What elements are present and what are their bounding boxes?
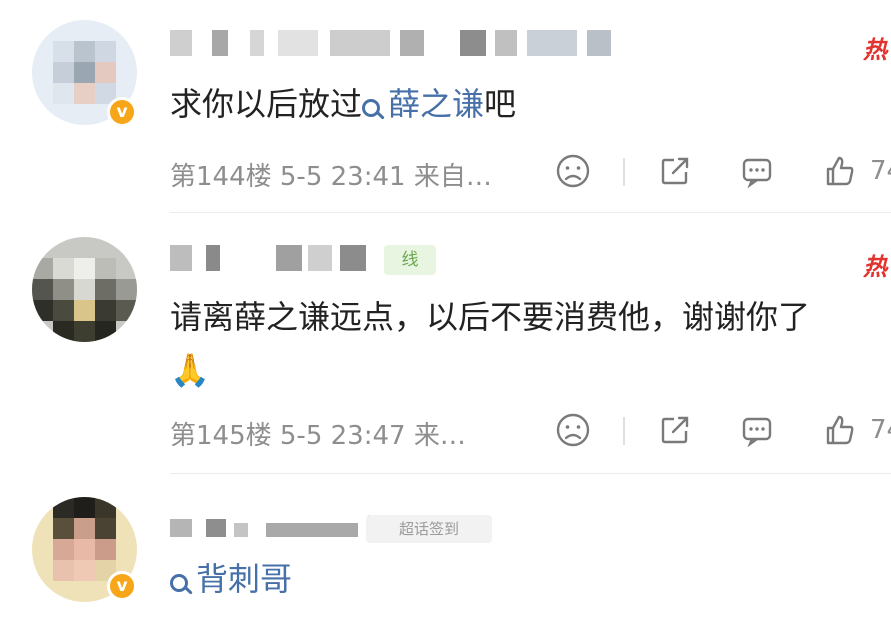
sign-tag: 超话签到 bbox=[366, 515, 492, 543]
comment-icon[interactable] bbox=[738, 411, 778, 451]
hot-label: 热 bbox=[863, 36, 887, 64]
like-count: 74 bbox=[870, 415, 891, 445]
search-icon bbox=[170, 574, 188, 592]
hot-label: 热 bbox=[863, 253, 887, 281]
like-icon[interactable] bbox=[821, 152, 861, 192]
sad-face-icon[interactable] bbox=[554, 152, 594, 192]
topic-link[interactable]: 薛之谦 bbox=[362, 85, 484, 123]
comment-icon[interactable] bbox=[738, 152, 778, 192]
level-tag: 线 bbox=[384, 245, 436, 275]
divider-vertical bbox=[623, 417, 625, 445]
share-icon[interactable] bbox=[656, 152, 696, 192]
comment-text: 请离薛之谦远点，以后不要消费他，谢谢你了 bbox=[170, 298, 811, 336]
username-redacted[interactable]: 热 bbox=[170, 30, 891, 64]
comment-meta-row: 第145楼 5-5 23:47 来… 74 bbox=[170, 411, 891, 451]
comment-146: v 超话签到 背刺哥 bbox=[0, 475, 891, 619]
comment-145: 线 热 请离薛之谦远点，以后不要消费他，谢谢你了 🙏 第145楼 5-5 23:… bbox=[0, 215, 891, 475]
verified-badge-icon: v bbox=[107, 97, 137, 127]
like-count: 74 bbox=[870, 156, 891, 186]
username-redacted[interactable]: 线 热 bbox=[170, 245, 891, 281]
comment-divider bbox=[170, 473, 891, 474]
verified-badge-icon: v bbox=[107, 571, 137, 601]
share-icon[interactable] bbox=[656, 411, 696, 451]
avatar-mosaic bbox=[32, 237, 137, 342]
search-icon bbox=[362, 99, 381, 117]
avatar[interactable] bbox=[32, 237, 137, 342]
sad-face-icon[interactable] bbox=[554, 411, 594, 451]
like-icon[interactable] bbox=[821, 411, 861, 451]
comment-144: v 热 求你以后放过薛之谦吧 第144楼 5-5 23:41 来自… 74 bbox=[0, 0, 891, 215]
comment-meta-row: 第144楼 5-5 23:41 来自… 74 bbox=[170, 152, 891, 192]
topic-link[interactable]: 背刺哥 bbox=[170, 560, 292, 598]
pray-emoji: 🙏 bbox=[170, 351, 210, 389]
floor-time-source: 第144楼 5-5 23:41 来自… bbox=[170, 162, 492, 192]
comment-text: 背刺哥 bbox=[170, 559, 292, 599]
divider-vertical bbox=[623, 158, 625, 186]
comment-divider bbox=[170, 212, 891, 213]
username-redacted[interactable]: 超话签到 bbox=[170, 511, 891, 545]
comment-text: 求你以后放过 薛之谦吧 bbox=[170, 85, 517, 123]
floor-time-source: 第145楼 5-5 23:47 来… bbox=[170, 421, 466, 451]
